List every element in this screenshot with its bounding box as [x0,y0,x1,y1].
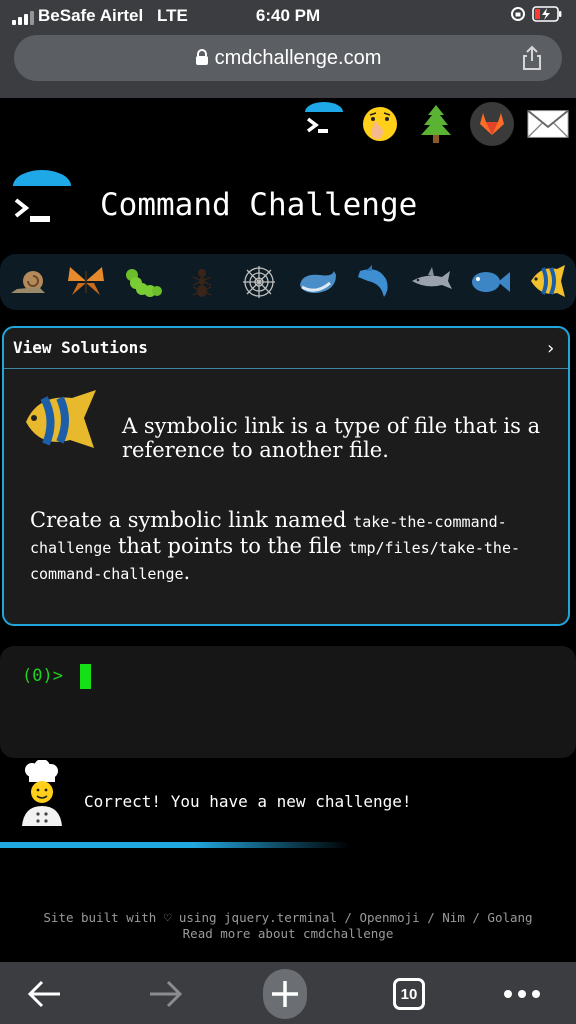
task-text: Create a symbolic link named [30,508,354,532]
snail-icon[interactable] [7,260,51,304]
tab-count: 10 [393,978,425,1010]
fish-icon[interactable] [468,260,512,304]
forward-button[interactable] [144,972,188,1016]
caterpillar-icon[interactable] [122,260,166,304]
top-icon-bar [302,102,570,146]
arrow-right-icon [150,980,183,1008]
footer-about-link[interactable]: Read more about cmdchallenge [0,926,576,942]
page-header: Command Challenge [0,160,576,250]
tropical-fish-icon [26,390,96,448]
tree-icon[interactable] [414,102,458,146]
challenge-progress-bar [0,254,576,310]
browser-chrome: cmdchallenge.com [0,32,576,98]
terminal-cursor[interactable] [80,664,91,689]
feedback-message: Correct! You have a new challenge! [16,760,576,830]
terminal[interactable]: (0)> [0,646,576,758]
ant-icon[interactable] [180,260,224,304]
logo-icon [13,170,71,222]
feedback-text: Correct! You have a new challenge! [84,792,412,811]
address-bar[interactable]: cmdchallenge.com [14,35,562,81]
url-text: cmdchallenge.com [214,47,382,69]
rotation-lock-icon [511,7,525,21]
task-text: . [183,560,191,584]
shushing-face-icon[interactable] [358,102,402,146]
dolphin-icon[interactable] [352,260,396,304]
status-time: 6:40 PM [255,6,321,25]
whale-icon[interactable] [295,260,339,304]
challenge-card: View Solutions › A symbolic link is a ty… [2,326,570,626]
new-tab-button[interactable] [263,969,307,1019]
more-icon [504,990,540,998]
terminal-prompt: (0)> [22,666,63,686]
back-button[interactable] [22,972,66,1016]
arrow-left-icon [27,980,60,1008]
challenge-description: A symbolic link is a type of file that i… [122,414,541,462]
spider-web-icon[interactable] [237,260,281,304]
share-icon[interactable] [520,45,544,71]
chevron-right-icon: › [545,338,556,359]
mail-icon[interactable] [526,102,570,146]
tabs-button[interactable]: 10 [387,972,431,1016]
task-text: that points to the file [111,534,349,558]
gitlab-icon[interactable] [470,102,514,146]
lock-icon [195,49,208,65]
footer: Site built with ♡ using jquery.terminal … [0,910,576,942]
plus-icon [272,981,298,1007]
tropical-fish-icon[interactable] [525,260,569,304]
battery-icon [532,6,562,22]
view-solutions-toggle[interactable]: View Solutions › [4,328,568,369]
butterfly-icon[interactable] [64,260,108,304]
chef-icon [22,760,62,826]
more-menu-button[interactable] [500,972,544,1016]
page-title: Command Challenge [100,187,418,223]
challenge-task: Create a symbolic link named take-the-co… [30,508,550,586]
terminal-icon[interactable] [302,102,346,146]
browser-toolbar: 10 [0,962,576,1024]
status-bar: BeSafe Airtel LTE 6:40 PM [0,0,576,32]
footer-credits[interactable]: Site built with ♡ using jquery.terminal … [0,910,576,926]
view-solutions-label: View Solutions [13,338,148,357]
challenge-progress-indicator [0,842,350,848]
shark-icon[interactable] [410,260,454,304]
